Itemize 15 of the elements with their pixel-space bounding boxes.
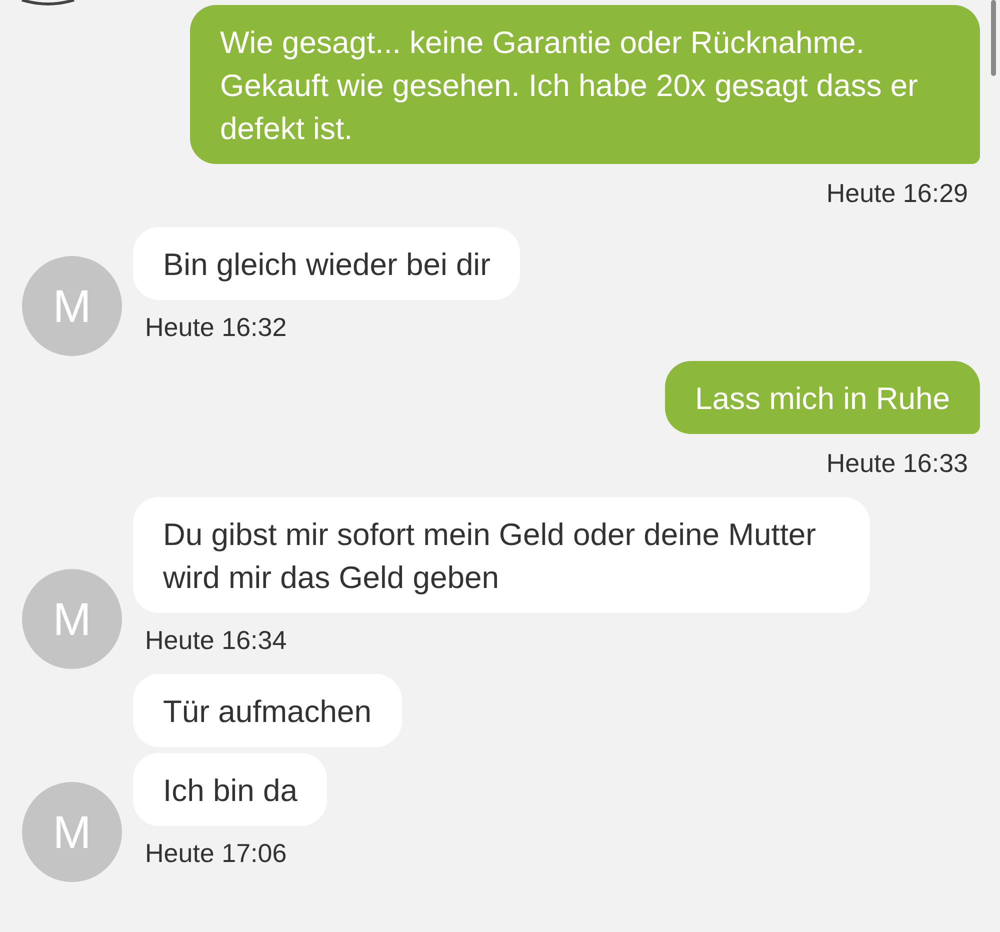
avatar[interactable]: M xyxy=(22,256,122,356)
message-bubble: Lass mich in Ruhe xyxy=(664,361,980,434)
timestamp: Heute 16:33 xyxy=(826,448,968,479)
avatar[interactable]: M xyxy=(22,782,122,882)
message-bubble: Ich bin da xyxy=(133,753,328,826)
timestamp: Heute 16:29 xyxy=(826,178,968,209)
scrollbar[interactable] xyxy=(991,0,996,76)
message-bubble: Wie gesagt... keine Garantie oder Rücknahme. Gekauft wie gesehen. Ich habe 20x gesagt dass er defekt ist. xyxy=(190,5,980,164)
timestamp: Heute 16:32 xyxy=(145,312,287,343)
timestamp: Heute 16:34 xyxy=(145,625,287,656)
message-bubble: Tür aufmachen xyxy=(133,674,402,747)
message-bubble: Du gibst mir sofort mein Geld oder deine Mutter wird mir das Geld geben xyxy=(133,497,870,613)
avatar[interactable]: M xyxy=(22,569,122,669)
message-bubble: Bin gleich wieder bei dir xyxy=(133,227,520,300)
timestamp: Heute 17:06 xyxy=(145,838,287,869)
